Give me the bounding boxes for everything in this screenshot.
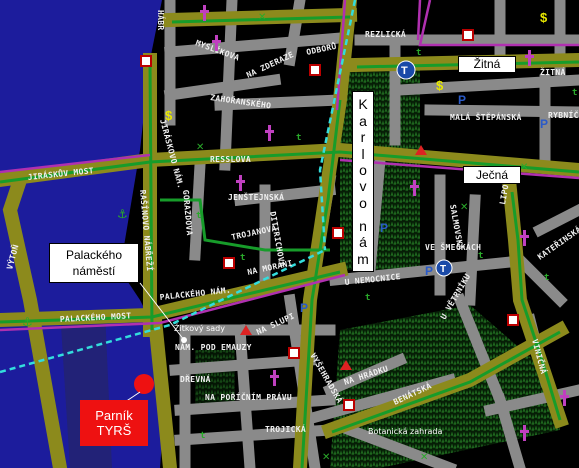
dollar-icon: $ bbox=[165, 108, 173, 123]
poi-label-botanicka-zahrada: Botanická zahrada bbox=[368, 427, 442, 436]
anchor-icon: ⚓ bbox=[117, 207, 128, 221]
dollar-icon: $ bbox=[436, 78, 444, 93]
karlovo-letter: n bbox=[359, 217, 367, 234]
street-label-mala-stepanska: MALÁ ŠTĚPÁNSKÁ bbox=[450, 111, 522, 122]
info-icon bbox=[332, 227, 344, 239]
street-label-ve-smeckach: VE ŠMEČKÁCH bbox=[425, 241, 481, 252]
restaurant-icon: ✕ bbox=[520, 162, 528, 173]
karlovo-letter: o bbox=[359, 162, 367, 179]
tram-icon: t bbox=[478, 251, 483, 261]
info-icon bbox=[309, 64, 321, 76]
tram-icon: t bbox=[416, 48, 421, 58]
street-label-drevna: DŘEVNÁ bbox=[180, 373, 211, 384]
street-label-rezlicka: REZLICKÁ bbox=[365, 28, 406, 39]
karlovo-letter: á bbox=[359, 234, 367, 251]
street-label-resslova: RESSLOVA bbox=[210, 155, 251, 164]
karlovo-letter: l bbox=[361, 145, 365, 162]
karlovo-letter: r bbox=[360, 129, 366, 146]
callout-dot bbox=[181, 337, 187, 343]
karlovo-letter: m bbox=[357, 250, 369, 267]
restaurant-icon: ✕ bbox=[322, 452, 330, 463]
street-label-trojicka: TROJICKÁ bbox=[265, 423, 306, 434]
karlovo-letter: v bbox=[359, 178, 367, 195]
callout-parnik-line2: TYRŠ bbox=[96, 423, 132, 438]
parking-icon: P bbox=[300, 301, 308, 315]
restaurant-icon: ✕ bbox=[460, 202, 468, 213]
poi-label-zitkovy-sady: Žitkový sady bbox=[174, 322, 225, 333]
street-label-rybnicek: RYBNÍČEK bbox=[548, 109, 579, 120]
tram-icon: t bbox=[196, 211, 201, 221]
restaurant-icon: ✕ bbox=[420, 452, 428, 463]
dollar-icon: $ bbox=[540, 10, 548, 25]
info-icon bbox=[462, 29, 474, 41]
info-icon bbox=[140, 55, 152, 67]
karlovo-letter: K bbox=[358, 96, 368, 113]
info-icon bbox=[223, 257, 235, 269]
parking-icon: P bbox=[458, 93, 466, 107]
restaurant-icon: ✕ bbox=[196, 142, 204, 153]
info-icon bbox=[507, 314, 519, 326]
info-icon bbox=[343, 399, 355, 411]
metro-icon[interactable]: T bbox=[396, 60, 416, 80]
callout-karlovo-namesti: K a r l o v o n á m bbox=[352, 91, 374, 272]
harbor-marker[interactable] bbox=[134, 374, 154, 394]
tram-icon: t bbox=[240, 253, 245, 263]
tram-icon: t bbox=[296, 133, 301, 143]
street-label-na-porici: NA POŘÍČNÍM PRÁVU bbox=[205, 391, 292, 402]
callout-jecna: Ječná bbox=[463, 166, 521, 184]
parking-icon: P bbox=[425, 264, 433, 278]
callout-palackeho-namesti: Palackého náměstí bbox=[49, 243, 139, 283]
anchor-icon: ⚓ bbox=[22, 315, 33, 329]
callout-parnik-line1: Parník bbox=[95, 408, 133, 423]
restaurant-icon: ✕ bbox=[258, 12, 266, 23]
callout-jecna-label: Ječná bbox=[475, 168, 509, 182]
street-label-jenstejnska: JENŠTEJNSKÁ bbox=[228, 191, 284, 202]
callout-palackeho-line1: Palackého bbox=[65, 248, 123, 262]
karlovo-letter: a bbox=[359, 112, 367, 129]
info-icon bbox=[288, 347, 300, 359]
callout-palackeho-line2: náměstí bbox=[72, 264, 116, 278]
karlovo-letter: o bbox=[359, 194, 367, 211]
street-label-nam-pod-emauzy: NÁM. POD EMAUZY bbox=[175, 341, 252, 352]
street-label-habr: HÁBR bbox=[156, 10, 167, 30]
tram-icon: t bbox=[572, 88, 577, 98]
svg-text:T: T bbox=[401, 65, 408, 77]
svg-text:T: T bbox=[440, 264, 446, 275]
tram-icon: t bbox=[365, 293, 370, 303]
parking-icon: P bbox=[380, 221, 388, 235]
tram-icon: t bbox=[200, 431, 205, 441]
callout-zitna-label: Žitná bbox=[473, 57, 501, 71]
parking-icon: P bbox=[540, 117, 548, 131]
metro-icon[interactable]: T bbox=[435, 259, 453, 277]
callout-parnik-tyrs[interactable]: Parník TYRŠ bbox=[80, 400, 148, 446]
callout-zitna: Žitná bbox=[458, 56, 516, 73]
street-label-zitna: ŽITNÁ bbox=[540, 66, 566, 77]
tram-icon: t bbox=[544, 273, 549, 283]
